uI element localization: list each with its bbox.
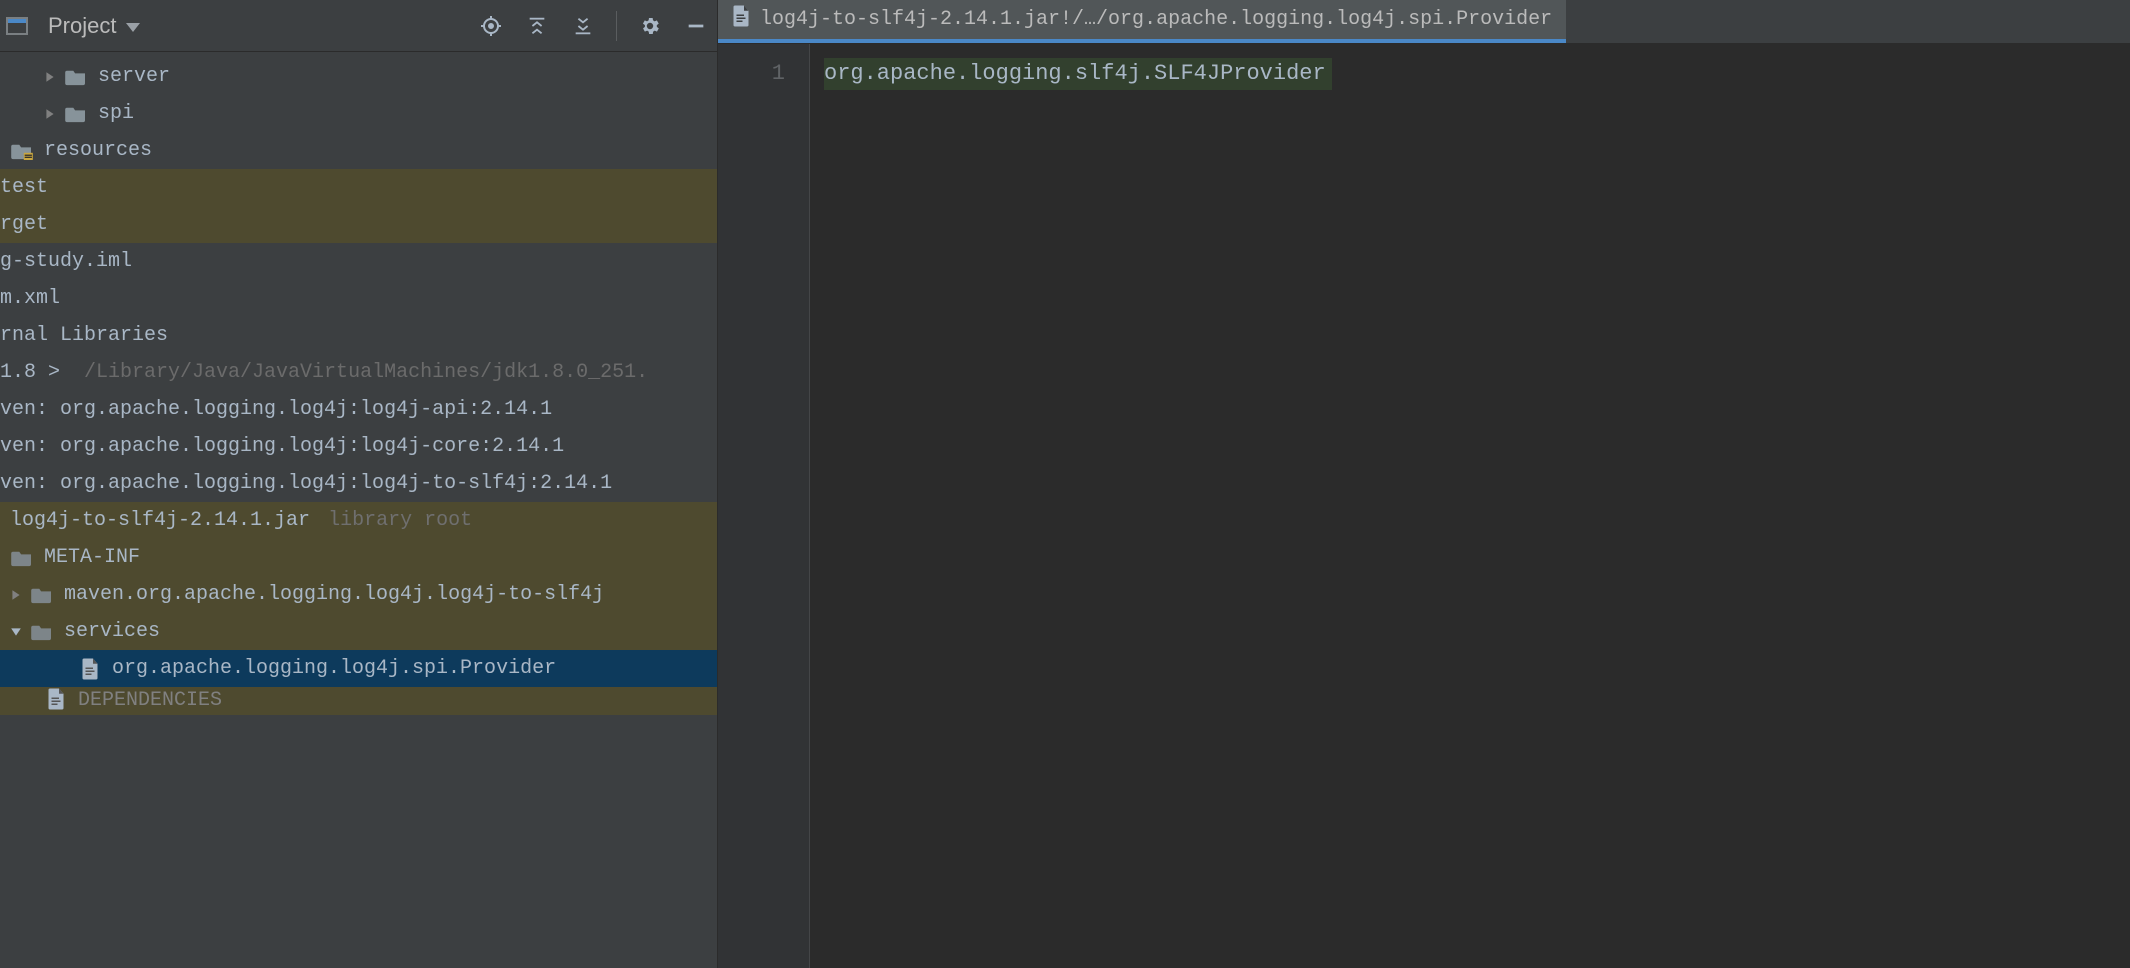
tree-item-selected[interactable]: org.apache.logging.log4j.spi.Provider xyxy=(0,650,717,687)
tree-item[interactable]: services xyxy=(0,613,717,650)
tree-label: resources xyxy=(44,139,152,162)
locate-icon[interactable] xyxy=(478,13,504,39)
tree-item[interactable]: META-INF xyxy=(0,539,717,576)
tab-label: log4j-to-slf4j-2.14.1.jar!/…/org.apache.… xyxy=(760,8,1552,31)
tree-label: META-INF xyxy=(44,546,140,569)
project-tool-window: Project server spi resources test rget g-stud… xyxy=(0,0,718,968)
tree-label: log4j-to-slf4j-2.14.1.jar xyxy=(10,509,310,532)
tree-item[interactable]: rnal Libraries xyxy=(0,317,717,354)
toolbar-divider xyxy=(616,11,617,41)
tree-item[interactable]: ven: org.apache.logging.log4j:log4j-to-s… xyxy=(0,465,717,502)
chevron-down-icon[interactable] xyxy=(10,626,22,638)
folder-grey-icon xyxy=(30,585,54,605)
tree-item[interactable]: spi xyxy=(0,95,717,132)
tree-item[interactable]: test xyxy=(0,169,717,206)
tree-path-suffix: /Library/Java/JavaVirtualMachines/jdk1.8… xyxy=(60,361,648,384)
tree-item[interactable]: m.xml xyxy=(0,280,717,317)
tree-item[interactable]: g-study.iml xyxy=(0,243,717,280)
editor-body: 1 org.apache.logging.slf4j.SLF4JProvider xyxy=(718,44,2130,968)
tree-label: maven.org.apache.logging.log4j.log4j-to-… xyxy=(64,583,604,606)
tree-label: 1.8 > xyxy=(0,361,60,384)
tree-item[interactable]: ven: org.apache.logging.log4j:log4j-api:… xyxy=(0,391,717,428)
tree-annotation: library root xyxy=(328,509,472,532)
tree-label: ven: org.apache.logging.log4j:log4j-api:… xyxy=(0,398,552,421)
minimize-icon[interactable] xyxy=(683,13,709,39)
project-toolbar xyxy=(478,11,709,41)
editor-gutter: 1 xyxy=(718,44,810,968)
tree-item[interactable]: resources xyxy=(0,132,717,169)
tree-item[interactable]: log4j-to-slf4j-2.14.1.jar library root xyxy=(0,502,717,539)
code-line-1: org.apache.logging.slf4j.SLF4JProvider xyxy=(824,58,1332,90)
project-view-selector[interactable]: Project xyxy=(6,13,140,39)
collapse-all-icon[interactable] xyxy=(570,13,596,39)
editor-area: log4j-to-slf4j-2.14.1.jar!/…/org.apache.… xyxy=(718,0,2130,968)
chevron-down-icon xyxy=(126,23,140,32)
tree-item[interactable]: 1.8 > /Library/Java/JavaVirtualMachines/… xyxy=(0,354,717,391)
line-number: 1 xyxy=(718,58,809,90)
editor-tabs: log4j-to-slf4j-2.14.1.jar!/…/org.apache.… xyxy=(718,0,2130,44)
tree-item[interactable]: rget xyxy=(0,206,717,243)
tree-item[interactable]: ven: org.apache.logging.log4j:log4j-core… xyxy=(0,428,717,465)
project-tree[interactable]: server spi resources test rget g-study.iml m.x… xyxy=(0,52,717,968)
resources-folder-icon xyxy=(10,141,34,161)
tree-label: services xyxy=(64,620,160,643)
tree-label: m.xml xyxy=(0,287,60,310)
chevron-right-icon[interactable] xyxy=(44,71,56,83)
tree-item[interactable]: maven.org.apache.logging.log4j.log4j-to-… xyxy=(0,576,717,613)
chevron-right-icon[interactable] xyxy=(44,108,56,120)
tree-label: test xyxy=(0,176,48,199)
tree-label: ven: org.apache.logging.log4j:log4j-core… xyxy=(0,435,564,458)
tree-item[interactable]: server xyxy=(0,58,717,95)
gear-icon[interactable] xyxy=(637,13,663,39)
folder-grey-icon xyxy=(30,622,54,642)
tree-label: spi xyxy=(98,102,134,125)
expand-all-icon[interactable] xyxy=(524,13,550,39)
tree-item[interactable]: DEPENDENCIES xyxy=(0,687,717,715)
file-icon xyxy=(44,689,68,709)
folder-icon xyxy=(64,104,88,124)
editor-tab-active[interactable]: log4j-to-slf4j-2.14.1.jar!/…/org.apache.… xyxy=(718,0,1566,43)
chevron-right-icon[interactable] xyxy=(10,589,22,601)
folder-grey-icon xyxy=(10,548,34,568)
tree-label: g-study.iml xyxy=(0,250,132,273)
tree-label: ven: org.apache.logging.log4j:log4j-to-s… xyxy=(0,472,612,495)
tree-label: rget xyxy=(0,213,48,236)
tree-label: server xyxy=(98,65,170,88)
tree-label: org.apache.logging.log4j.spi.Provider xyxy=(112,657,556,680)
tree-label: rnal Libraries xyxy=(0,324,168,347)
project-title: Project xyxy=(48,13,116,39)
file-icon xyxy=(732,5,750,34)
folder-icon xyxy=(64,67,88,87)
tool-window-icon xyxy=(6,17,28,35)
editor-code[interactable]: org.apache.logging.slf4j.SLF4JProvider xyxy=(810,44,2130,968)
project-header: Project xyxy=(0,0,717,52)
tree-label: DEPENDENCIES xyxy=(78,689,222,712)
file-icon xyxy=(78,659,102,679)
